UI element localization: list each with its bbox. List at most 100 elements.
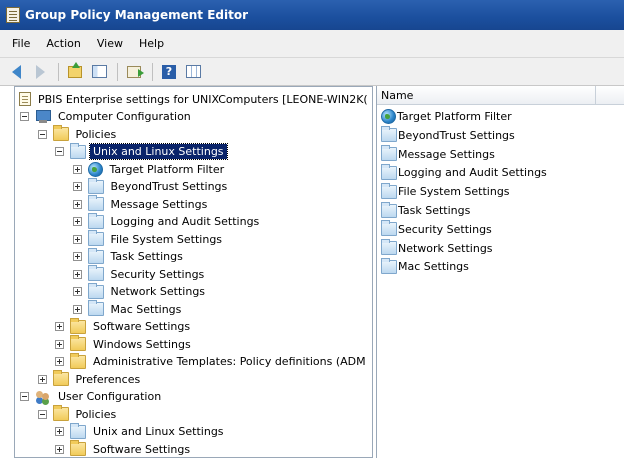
tree-node-beyondtrust-settings[interactable]: BeyondTrust Settings xyxy=(72,177,231,196)
folder-icon xyxy=(87,282,104,299)
list-item-target-platform-filter[interactable]: Target Platform Filter xyxy=(381,107,512,126)
tree-node-label: Logging and Audit Settings xyxy=(110,215,260,228)
tree-node-target-platform-filter[interactable]: Target Platform Filter xyxy=(72,160,228,178)
expand-icon[interactable] xyxy=(72,182,82,191)
folder-icon xyxy=(70,335,86,351)
collapse-icon[interactable] xyxy=(55,147,64,156)
list-item-label: Logging and Audit Settings xyxy=(398,166,547,180)
tree-node-policies[interactable]: Policies xyxy=(37,405,120,423)
action-pane-icon xyxy=(185,65,201,78)
expand-icon[interactable] xyxy=(72,199,82,209)
tree-node-user-configuration[interactable]: User Configuration xyxy=(20,388,164,406)
list-item-logging-and-audit-settings[interactable]: Logging and Audit Settings xyxy=(381,163,547,182)
folder-icon xyxy=(381,257,397,274)
tree-node-unix-and-linux-settings[interactable]: Unix and Linux Settings xyxy=(55,422,227,441)
expand-icon[interactable] xyxy=(72,287,82,296)
up-folder-icon xyxy=(68,61,82,78)
tree-node-mac-settings[interactable]: Mac Settings xyxy=(72,300,185,318)
column-header-name[interactable]: Name xyxy=(377,86,596,104)
tree-node-file-system-settings[interactable]: File System Settings xyxy=(72,230,226,248)
tree-node-label: File System Settings xyxy=(110,232,223,246)
tree-node-label: Mac Settings xyxy=(110,302,182,316)
console-tree[interactable]: PBIS Enterprise settings for UNIXCompute… xyxy=(14,86,373,458)
menu-bar: File Action View Help xyxy=(0,30,624,58)
forward-button[interactable] xyxy=(30,63,50,81)
folder-icon xyxy=(381,163,397,180)
tree-node-network-settings[interactable]: Network Settings xyxy=(72,282,209,301)
expand-icon[interactable] xyxy=(72,217,82,226)
main-content: PBIS Enterprise settings for UNIXCompute… xyxy=(0,86,624,458)
folder-icon xyxy=(70,422,86,439)
up-one-level-button[interactable] xyxy=(65,61,85,81)
list-item-beyondtrust-settings[interactable]: BeyondTrust Settings xyxy=(381,126,515,145)
tree-node-policies[interactable]: Policies xyxy=(37,125,120,143)
tree-node-pbis-enterprise-settings-for-unixcomputers-leone-win2k[interactable]: PBIS Enterprise settings for UNIXCompute… xyxy=(19,90,371,108)
menu-file[interactable]: File xyxy=(4,35,38,52)
collapse-icon[interactable] xyxy=(37,129,47,139)
list-item-network-settings[interactable]: Network Settings xyxy=(381,239,493,258)
tree-node-label: Security Settings xyxy=(110,267,205,281)
details-pane[interactable]: Name Target Platform Filter BeyondTrust S… xyxy=(376,86,624,458)
folder-icon xyxy=(381,182,397,199)
folder-icon xyxy=(52,125,69,141)
tree-node-label: Computer Configuration xyxy=(58,110,191,123)
title-bar[interactable]: Group Policy Management Editor xyxy=(0,0,624,30)
console-tree-icon xyxy=(91,65,107,78)
menu-view[interactable]: View xyxy=(89,35,131,52)
toolbar-separator xyxy=(152,62,153,81)
tree-node-software-settings[interactable]: Software Settings xyxy=(55,317,193,336)
folder-icon xyxy=(87,195,104,211)
list-item-mac-settings[interactable]: Mac Settings xyxy=(381,257,469,276)
list-item-label: Task Settings xyxy=(398,204,471,217)
tree-node-windows-settings[interactable]: Windows Settings xyxy=(55,335,194,353)
menu-action[interactable]: Action xyxy=(38,35,88,52)
export-list-button[interactable] xyxy=(124,63,144,81)
expand-icon[interactable] xyxy=(72,269,82,279)
tree-node-software-settings[interactable]: Software Settings xyxy=(55,440,193,457)
tree-node-label: Policies xyxy=(75,127,117,141)
show-hide-action-pane-button[interactable] xyxy=(183,63,203,81)
tree-node-label: Administrative Templates: Policy definit… xyxy=(93,355,366,368)
expand-icon[interactable] xyxy=(72,304,82,314)
list-item-label: File System Settings xyxy=(398,185,510,199)
back-button[interactable] xyxy=(6,63,26,81)
collapse-icon[interactable] xyxy=(20,112,29,121)
help-button[interactable]: ? xyxy=(159,63,179,81)
column-header-extra[interactable] xyxy=(596,86,624,104)
expand-icon[interactable] xyxy=(72,234,82,244)
expand-icon[interactable] xyxy=(72,252,82,261)
tree-node-security-settings[interactable]: Security Settings xyxy=(72,265,208,283)
tree-node-task-settings[interactable]: Task Settings xyxy=(72,247,186,266)
list-item-file-system-settings[interactable]: File System Settings xyxy=(381,182,510,201)
tree-node-message-settings[interactable]: Message Settings xyxy=(72,195,211,213)
list-header: Name xyxy=(377,86,624,105)
list-item-message-settings[interactable]: Message Settings xyxy=(381,145,495,164)
folder-icon xyxy=(381,220,397,237)
expand-icon[interactable] xyxy=(55,357,64,366)
list-item-security-settings[interactable]: Security Settings xyxy=(381,220,492,239)
collapse-icon[interactable] xyxy=(20,392,29,401)
window-title: Group Policy Management Editor xyxy=(25,8,249,22)
expand-icon[interactable] xyxy=(37,374,47,384)
toolbar-separator xyxy=(58,62,59,81)
expand-icon[interactable] xyxy=(55,322,64,331)
tree-node-preferences[interactable]: Preferences xyxy=(37,370,144,388)
tree-node-logging-and-audit-settings[interactable]: Logging and Audit Settings xyxy=(72,212,263,231)
expand-icon[interactable] xyxy=(55,339,64,349)
tree-node-label: Unix and Linux Settings xyxy=(93,425,224,438)
collapse-icon[interactable] xyxy=(37,409,47,419)
folder-icon xyxy=(87,212,104,229)
tree-node-unix-and-linux-settings[interactable]: Unix and Linux Settings xyxy=(55,142,228,161)
show-hide-tree-button[interactable] xyxy=(89,63,109,81)
list-item-task-settings[interactable]: Task Settings xyxy=(381,201,470,220)
tree-node-administrative-templates-policy-definitions-adm[interactable]: Administrative Templates: Policy definit… xyxy=(55,352,369,371)
expand-icon[interactable] xyxy=(55,427,64,436)
folder-icon xyxy=(381,201,397,218)
expand-icon[interactable] xyxy=(55,444,64,454)
expand-icon[interactable] xyxy=(72,164,82,174)
menu-help[interactable]: Help xyxy=(131,35,172,52)
tree-node-label: BeyondTrust Settings xyxy=(110,180,228,193)
folder-icon xyxy=(381,126,397,143)
tree-node-computer-configuration[interactable]: Computer Configuration xyxy=(20,108,194,126)
tree-node-label: Unix and Linux Settings xyxy=(89,143,228,160)
